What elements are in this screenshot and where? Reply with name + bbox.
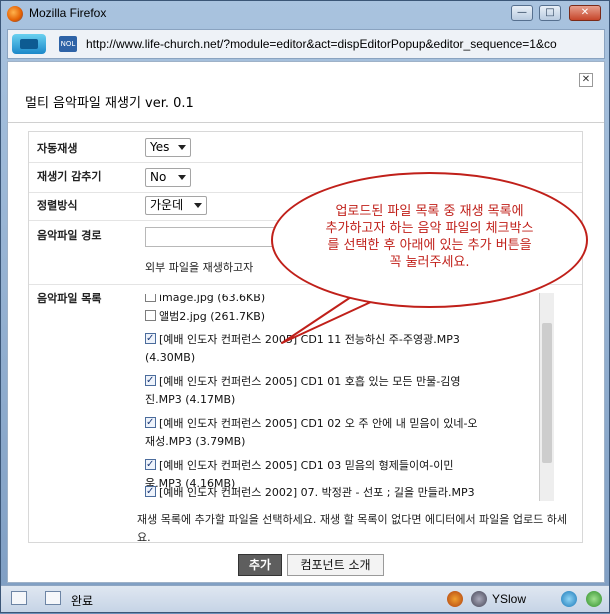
callout-text: 업로드된 파일 목록 중 재생 목록에 추가하고자 하는 음악 파일의 체크박스…: [287, 203, 572, 271]
browser-window: Mozilla Firefox — □ ✕ NOL http://www.lif…: [0, 0, 610, 613]
callout-line: 꼭 눌러주세요.: [389, 255, 470, 270]
pen-icon[interactable]: [11, 591, 27, 605]
addon-icon[interactable]: [586, 591, 602, 607]
status-bar: 완료 YSlow: [1, 585, 609, 612]
callout-line: 업로드된 파일 목록 중 재생 목록에: [335, 204, 524, 219]
callout-line: 추가하고자 하는 음악 파일의 체크박스: [325, 221, 534, 236]
callout-tail: [281, 296, 374, 344]
keyboard-icon[interactable]: [45, 591, 61, 605]
callout-line: 를 선택한 후 아래에 있는 추가 버튼을: [327, 238, 532, 253]
firebug-icon[interactable]: [447, 591, 463, 607]
gear-icon[interactable]: [471, 591, 487, 607]
yslow-label[interactable]: YSlow: [492, 592, 526, 606]
cloud-icon[interactable]: [561, 591, 577, 607]
status-text: 완료: [71, 594, 94, 608]
